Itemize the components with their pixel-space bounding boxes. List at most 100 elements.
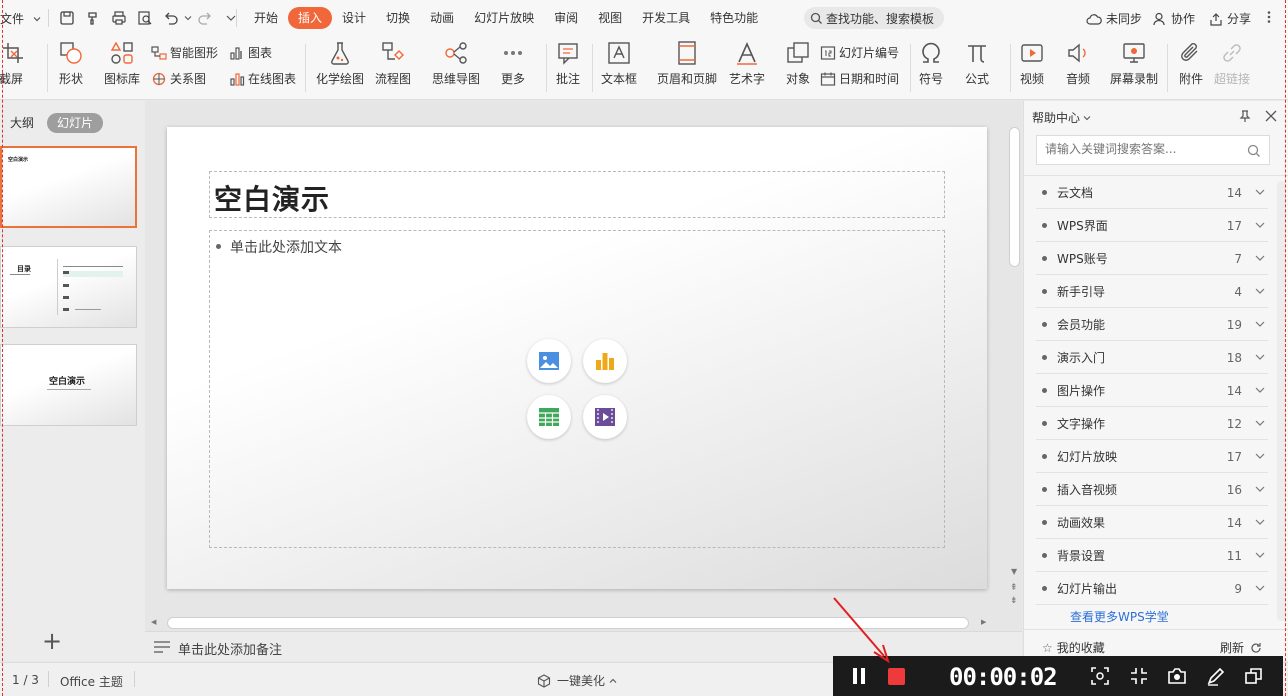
help-topic-item[interactable]: 插入音视频 16	[1036, 474, 1268, 506]
help-scrollbar[interactable]	[1277, 181, 1286, 621]
tab-insert[interactable]: 插入	[288, 7, 333, 29]
tab-design[interactable]: 设计	[332, 7, 376, 29]
camera-icon[interactable]	[1167, 666, 1187, 686]
next-slide-icon[interactable]: ⇟	[1010, 597, 1018, 606]
scroll-right-arrow[interactable]: ▶	[981, 618, 986, 626]
chevron-down-icon[interactable]	[184, 9, 192, 27]
screen-record-button[interactable]: 屏幕录制	[1110, 40, 1158, 87]
tab-outline[interactable]: 大纲	[0, 113, 44, 133]
help-title-dropdown[interactable]: 帮助中心	[1032, 109, 1091, 126]
more-button[interactable]: 更多	[500, 40, 526, 87]
attachment-button[interactable]: 附件	[1178, 40, 1204, 87]
close-icon[interactable]	[1264, 109, 1278, 126]
sync-button[interactable]: 未同步	[1086, 10, 1142, 27]
chem-drawing-button[interactable]: 化学绘图	[316, 40, 364, 87]
comment-button[interactable]: 批注	[555, 40, 581, 87]
undo-icon[interactable]	[162, 9, 180, 27]
hyperlink-button[interactable]: 超链接	[1214, 40, 1250, 87]
help-topic-item[interactable]: 云文档 14	[1036, 177, 1268, 209]
help-topic-item[interactable]: 会员功能 19	[1036, 309, 1268, 341]
share-button[interactable]: 分享	[1209, 10, 1251, 27]
prev-slide-icon[interactable]: ⇞	[1010, 584, 1018, 593]
tab-special[interactable]: 特色功能	[700, 7, 768, 29]
relation-button[interactable]: 关系图	[151, 70, 206, 87]
help-topic-item[interactable]: 演示入门 18	[1036, 342, 1268, 374]
title-placeholder[interactable]: 空白演示	[209, 171, 945, 218]
tab-slides[interactable]: 幻灯片	[47, 113, 104, 133]
slide-thumbnail-3[interactable]: 空白演示	[0, 344, 137, 426]
vertical-scrollbar-thumb[interactable]	[1009, 127, 1020, 267]
insert-video-button[interactable]	[583, 395, 627, 439]
help-topic-item[interactable]: WPS账号 7	[1036, 243, 1268, 275]
tab-review[interactable]: 审阅	[544, 7, 588, 29]
help-search-field[interactable]	[1045, 142, 1235, 156]
slide-thumbnail-1[interactable]: 空白演示	[0, 146, 137, 228]
help-topic-item[interactable]: 幻灯片输出 9	[1036, 573, 1268, 605]
chart-button[interactable]: 图表	[229, 44, 272, 61]
more-options-icon[interactable]	[1262, 10, 1276, 27]
tab-slideshow[interactable]: 幻灯片放映	[464, 7, 544, 29]
my-favorites-button[interactable]: ☆ 我的收藏	[1042, 639, 1105, 656]
tab-animations[interactable]: 动画	[420, 7, 464, 29]
fullscreen-icon[interactable]	[1129, 666, 1149, 686]
search-icon[interactable]	[1247, 144, 1261, 158]
content-placeholder[interactable]: 单击此处添加文本	[209, 230, 945, 548]
help-topic-item[interactable]: 图片操作 14	[1036, 375, 1268, 407]
collab-button[interactable]: 协作	[1153, 10, 1195, 27]
smart-art-button[interactable]: 智能图形	[151, 44, 218, 61]
feature-search[interactable]: 查找功能、搜索模板	[804, 7, 944, 29]
region-select-icon[interactable]	[1090, 666, 1110, 686]
formula-button[interactable]: 公式	[964, 40, 990, 87]
tab-view[interactable]: 视图	[588, 7, 632, 29]
help-topic-item[interactable]: 背景设置 11	[1036, 540, 1268, 572]
slide-thumbnail-2[interactable]: 目录	[0, 246, 137, 328]
audio-button[interactable]: 音频	[1065, 40, 1091, 87]
insert-chart-button[interactable]	[583, 339, 627, 383]
print-icon[interactable]	[110, 9, 128, 27]
header-footer-button[interactable]: 页眉和页脚	[657, 40, 717, 87]
textbox-button[interactable]: 文本框	[601, 40, 637, 87]
theme-name[interactable]: Office 主题	[60, 673, 123, 690]
add-slide-button[interactable]: +	[42, 629, 62, 653]
tab-transitions[interactable]: 切换	[376, 7, 420, 29]
wordart-button[interactable]: 艺术字	[729, 40, 765, 87]
symbol-button[interactable]: 符号	[918, 40, 944, 87]
format-painter-icon[interactable]	[84, 9, 102, 27]
save-icon[interactable]	[58, 9, 76, 27]
insert-picture-button[interactable]	[527, 339, 571, 383]
help-topic-item[interactable]: 幻灯片放映 17	[1036, 441, 1268, 473]
online-chart-button[interactable]: 在线图表	[229, 70, 296, 87]
scroll-left-arrow[interactable]: ◀	[151, 618, 156, 626]
datetime-button[interactable]: 日期和时间	[820, 70, 899, 87]
tab-developer[interactable]: 开发工具	[632, 7, 700, 29]
mind-map-button[interactable]: 思维导图	[432, 40, 480, 87]
video-button[interactable]: 视频	[1019, 40, 1045, 87]
help-topic-item[interactable]: WPS界面 17	[1036, 210, 1268, 242]
help-topic-item[interactable]: 文字操作 12	[1036, 408, 1268, 440]
tab-home[interactable]: 开始	[244, 7, 288, 29]
slide-title: 空白演示	[214, 183, 331, 216]
one-click-beautify-button[interactable]: 一键美化	[537, 672, 617, 689]
print-preview-icon[interactable]	[136, 9, 154, 27]
insert-table-button[interactable]	[527, 395, 571, 439]
help-search-input[interactable]	[1036, 135, 1270, 165]
refresh-button[interactable]: 刷新	[1220, 639, 1262, 656]
object-button[interactable]: 对象	[785, 40, 811, 87]
scroll-down-arrow[interactable]: ▼	[1011, 567, 1017, 576]
customize-toolbar-icon[interactable]	[222, 9, 240, 27]
slide-number-button[interactable]: 幻灯片编号	[820, 44, 899, 61]
flowchart-button[interactable]: 流程图	[375, 40, 411, 87]
more-link[interactable]: 查看更多WPS学堂	[1070, 608, 1169, 625]
help-topic-item[interactable]: 新手引导 4	[1036, 276, 1268, 308]
pin-icon[interactable]	[1238, 109, 1252, 126]
shape-button[interactable]: 形状	[58, 40, 84, 87]
file-menu[interactable]: 文件	[0, 10, 42, 27]
help-topic-item[interactable]: 动画效果 14	[1036, 507, 1268, 539]
slide[interactable]: 空白演示 单击此处添加文本	[167, 127, 987, 589]
minimize-window-icon[interactable]	[1244, 666, 1264, 686]
icon-library-button[interactable]: 图标库	[104, 40, 140, 87]
redo-icon[interactable]	[196, 9, 214, 27]
screenshot-button[interactable]: 截屏	[0, 40, 26, 87]
bullet-dot	[1042, 388, 1047, 393]
pen-icon[interactable]	[1206, 666, 1226, 686]
